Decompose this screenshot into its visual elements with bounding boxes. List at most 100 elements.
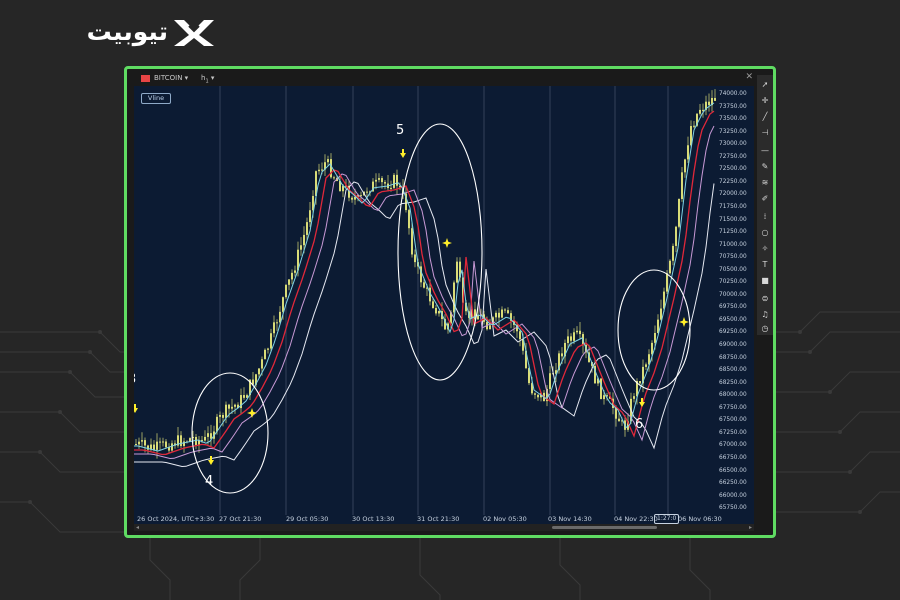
arrow-marker-icon	[400, 149, 406, 158]
candle-body	[615, 407, 617, 419]
time-axis-label: 02 Nov 05:30	[483, 515, 527, 523]
annotation-label: 6	[635, 417, 643, 432]
candle-body	[306, 222, 308, 235]
price-axis[interactable]: 74000.00 73750.00 73500.00 73250.00 73000.00…	[716, 86, 754, 524]
price-axis-label: 69750.00	[719, 304, 747, 311]
brush-icon[interactable]: ✎	[759, 161, 771, 173]
price-axis-label: 73500.00	[719, 116, 747, 123]
symbol-selector[interactable]: BITCOIN ▾	[154, 74, 188, 82]
circle-icon[interactable]: ○	[759, 227, 771, 239]
price-axis-label: 68250.00	[719, 379, 747, 386]
candle-body	[309, 210, 311, 223]
candle-body	[216, 416, 218, 432]
time-axis-label: 31 Oct 21:30	[417, 515, 460, 523]
price-axis-label: 67000.00	[719, 442, 747, 449]
price-axis-label: 66000.00	[719, 492, 747, 499]
candle-body	[204, 436, 206, 441]
candle-body	[699, 109, 701, 114]
candle-body	[666, 273, 668, 292]
candle-body	[231, 406, 233, 409]
candle-body	[654, 333, 656, 343]
candle-body	[294, 270, 296, 273]
rectangle-icon[interactable]: ■	[759, 275, 771, 287]
candle-body	[576, 330, 578, 333]
candle-body	[534, 393, 536, 395]
candle-body	[264, 349, 266, 360]
pen-icon[interactable]: ✐	[759, 193, 771, 205]
horizontal-line-icon[interactable]: —	[759, 145, 771, 157]
candle-body	[681, 172, 683, 199]
candle-body	[453, 282, 455, 313]
candle-body	[222, 415, 224, 418]
candle-body	[153, 444, 155, 450]
layers-icon[interactable]: ⊜	[759, 293, 771, 305]
arrow-marker-icon	[134, 404, 138, 413]
price-axis-label: 71500.00	[719, 216, 747, 223]
candle-body	[684, 159, 686, 173]
candle-body	[438, 311, 440, 314]
price-axis-label: 72250.00	[719, 178, 747, 185]
candle-body	[291, 272, 293, 280]
candle-body	[351, 197, 353, 200]
candle-body	[327, 159, 329, 163]
chart-header: BITCOIN ▾ h1 ▾ ✕	[135, 72, 755, 86]
arrow-marker-icon	[208, 456, 214, 465]
chart-canvas: 3 4 5 6	[134, 86, 716, 515]
scroll-right-icon[interactable]: ▸	[749, 524, 752, 531]
chart-scrollbar[interactable]: ◂ ▸	[134, 524, 754, 531]
candle-body	[261, 359, 263, 369]
candle-body	[288, 279, 290, 285]
price-axis-label: 69500.00	[719, 316, 747, 323]
candle-body	[549, 373, 551, 389]
price-axis-label: 68500.00	[719, 367, 747, 374]
candle-body	[633, 396, 635, 399]
text-icon[interactable]: T	[759, 259, 771, 271]
candle-body	[411, 228, 413, 255]
crosshair-icon[interactable]: ✛	[759, 95, 771, 107]
candle-body	[228, 404, 230, 409]
bell-icon[interactable]: ♫	[759, 309, 771, 321]
price-axis-label: 69250.00	[719, 329, 747, 336]
price-axis-label: 67500.00	[719, 417, 747, 424]
candle-body	[282, 297, 284, 312]
time-axis-label: 27 Oct 21:30	[219, 515, 262, 523]
time-axis-label: 30 Oct 13:30	[352, 515, 395, 523]
timeframe-selector[interactable]: h1 ▾	[201, 74, 214, 84]
vline-badge[interactable]: Vline	[141, 93, 171, 104]
star-marker-icon	[679, 317, 689, 327]
pitchfork-icon[interactable]: ⊣	[759, 127, 771, 139]
candle-body	[573, 332, 575, 341]
dotted-pattern-icon[interactable]: ⁞	[759, 211, 771, 223]
clock-icon[interactable]: ◷	[759, 323, 771, 335]
candle-body	[219, 415, 221, 417]
candle-body	[366, 191, 368, 193]
star-marker-icon	[247, 408, 257, 418]
candle-body	[669, 260, 671, 274]
price-axis-label: 73750.00	[719, 103, 747, 110]
scroll-left-icon[interactable]: ◂	[136, 524, 139, 531]
candle-body	[618, 418, 620, 422]
candle-body	[435, 307, 437, 314]
annotation-label: 4	[205, 474, 213, 489]
fibonacci-icon[interactable]: ≋	[759, 177, 771, 189]
candle-body	[321, 169, 323, 171]
price-axis-label: 67750.00	[719, 404, 747, 411]
candle-body	[537, 394, 539, 398]
price-axis-label: 65750.00	[719, 505, 747, 512]
candle-body	[165, 441, 167, 448]
price-axis-label: 70250.00	[719, 279, 747, 286]
star-icon[interactable]: ✧	[759, 243, 771, 255]
candle-body	[138, 441, 140, 445]
price-chart[interactable]: 3 4 5 6 Vline 74000.00 73750.00 73500.00 73250…	[134, 86, 754, 524]
close-icon[interactable]: ✕	[745, 72, 753, 82]
time-axis[interactable]: 1:27:0 26 Oct 2024, UTC+3:30 27 Oct 21:30…	[134, 514, 722, 524]
price-axis-label: 68000.00	[719, 392, 747, 399]
candle-body	[687, 145, 689, 160]
scrollbar-thumb[interactable]	[552, 526, 657, 529]
price-axis-label: 71000.00	[719, 241, 747, 248]
candle-body	[273, 322, 275, 334]
pointer-icon[interactable]: ➚	[759, 79, 771, 91]
line-tool-icon[interactable]: ╱	[759, 111, 771, 123]
candle-body	[162, 441, 164, 443]
slow-moving-average-line	[134, 125, 715, 460]
